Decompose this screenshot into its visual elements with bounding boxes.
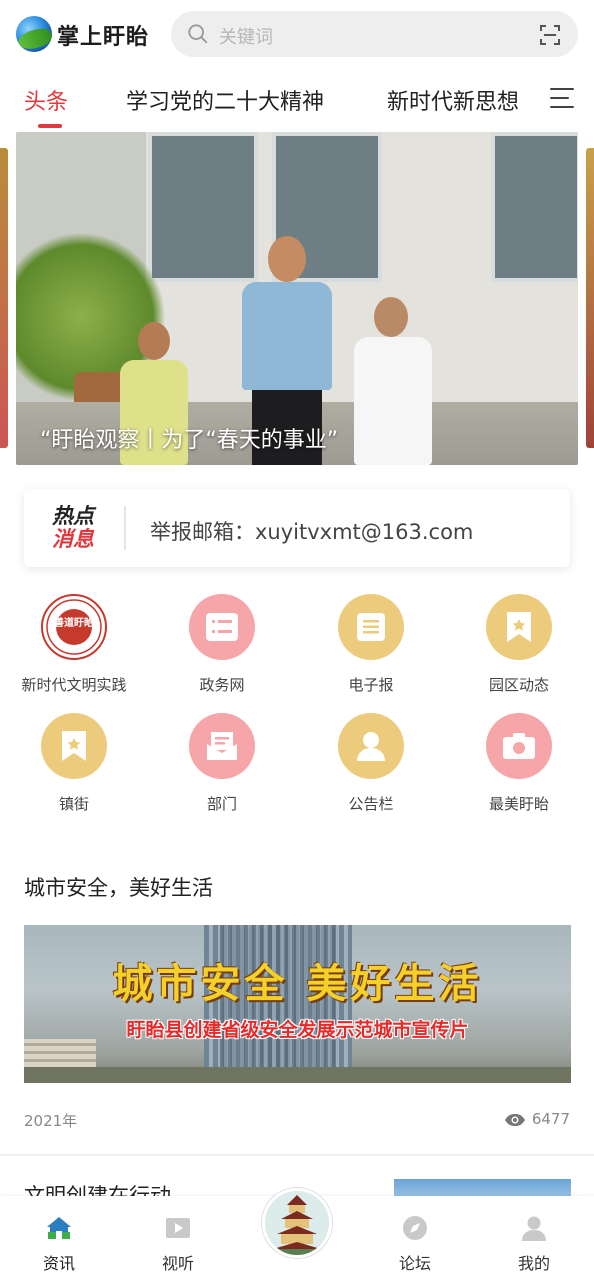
list-icon	[189, 594, 255, 660]
grid-label: 最美盱眙	[488, 795, 549, 813]
app-header: 掌上盱眙 关键词	[0, 0, 594, 70]
grid-departments[interactable]: 部门	[152, 713, 292, 814]
eye-icon	[504, 1113, 525, 1126]
grid-e-newspaper[interactable]: 电子报	[301, 594, 441, 695]
grid-label: 公告栏	[348, 795, 394, 813]
pagoda-icon[interactable]	[262, 1188, 332, 1258]
nav-video[interactable]: 视听	[133, 1214, 223, 1274]
carousel-next-peek[interactable]	[586, 148, 594, 448]
hot-news-card[interactable]: 热点 消息 举报邮箱：xuyitvxmt@163.com	[24, 489, 570, 567]
nav-label: 资讯	[42, 1254, 75, 1273]
banner-caption: “盱眙观察丨为了“春天的事业”	[40, 428, 339, 453]
article-title[interactable]: 城市安全，美好生活	[24, 872, 213, 902]
hot-news-text: 举报邮箱：xuyitvxmt@163.com	[150, 520, 474, 544]
civilization-seal-icon: 善道盱眙	[41, 594, 107, 660]
app-logo	[16, 16, 52, 52]
nav-label: 视听	[161, 1254, 194, 1273]
camera-icon	[486, 713, 552, 779]
tab-headlines[interactable]: 头条	[24, 84, 68, 116]
video-icon	[164, 1214, 192, 1242]
video-title-text: 城市安全 美好生活	[112, 961, 483, 1007]
divider	[124, 506, 126, 550]
grid-label: 电子报	[348, 676, 394, 694]
tab-study-20th-congress[interactable]: 学习党的二十大精神	[126, 84, 324, 116]
article-views: 6477	[504, 1110, 570, 1128]
video-subtitle-text: 盱眙县创建省级安全发展示范城市宣传片	[126, 1019, 469, 1041]
grid-label: 政务网	[199, 676, 245, 694]
grid-government-site[interactable]: 政务网	[152, 594, 292, 695]
grid-beautiful-xuyi[interactable]: 最美盱眙	[449, 713, 589, 814]
article-video-thumbnail[interactable]: 城市安全 美好生活 盱眙县创建省级安全发展示范城市宣传片	[24, 925, 571, 1083]
profile-icon	[520, 1214, 548, 1242]
channel-tabs: 头条 学习党的二十大精神 新时代新思想	[0, 76, 594, 132]
grid-civilization-practice[interactable]: 善道盱眙 新时代文明实践	[4, 594, 144, 695]
divider	[0, 1154, 594, 1156]
compass-icon	[401, 1214, 429, 1242]
nav-mine[interactable]: 我的	[489, 1214, 579, 1274]
search-icon	[188, 24, 208, 44]
user-icon	[338, 713, 404, 779]
bottom-nav: 资讯 视听 论坛 我的	[0, 1188, 594, 1280]
nav-news[interactable]: 资讯	[14, 1214, 104, 1274]
tab-active-indicator	[38, 124, 62, 128]
bookmark-icon	[41, 713, 107, 779]
bookmark-icon	[486, 594, 552, 660]
grid-towns[interactable]: 镇街	[4, 713, 144, 814]
grid-bulletin-board[interactable]: 公告栏	[301, 713, 441, 814]
search-bar[interactable]: 关键词	[171, 11, 578, 57]
nav-label: 我的	[517, 1254, 550, 1273]
app-name: 掌上盱眙	[57, 25, 150, 50]
mail-icon	[189, 713, 255, 779]
hot-news-logo: 热点 消息	[52, 504, 94, 551]
grid-label: 部门	[206, 795, 237, 813]
channel-menu-icon[interactable]	[550, 88, 574, 110]
tab-new-era-thought[interactable]: 新时代新思想	[387, 84, 519, 116]
newspaper-icon	[338, 594, 404, 660]
carousel-prev-peek[interactable]	[0, 148, 8, 448]
home-icon	[45, 1214, 73, 1242]
nav-label: 论坛	[398, 1254, 431, 1273]
nav-forum[interactable]: 论坛	[370, 1214, 460, 1274]
scan-icon[interactable]	[538, 23, 562, 47]
grid-park-news[interactable]: 园区动态	[449, 594, 589, 695]
photo-person-boy	[344, 297, 454, 465]
article-date: 2021年	[24, 1112, 78, 1130]
grid-label: 镇街	[58, 795, 89, 813]
headline-banner[interactable]: “盱眙观察丨为了“春天的事业”	[16, 132, 578, 465]
grid-label: 园区动态	[488, 676, 549, 694]
search-input[interactable]: 关键词	[219, 23, 273, 49]
grid-label: 新时代文明实践	[21, 676, 127, 694]
